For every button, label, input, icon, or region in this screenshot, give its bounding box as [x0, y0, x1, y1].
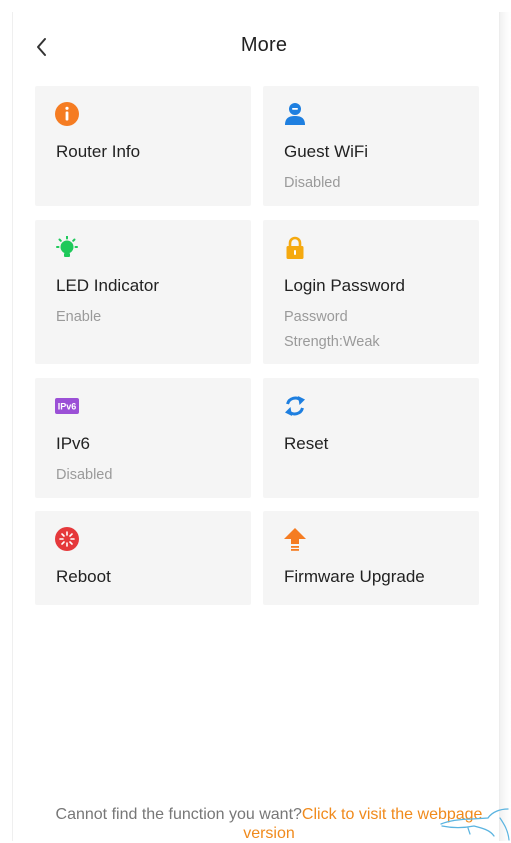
- info-icon: [55, 102, 79, 126]
- guest-wifi-card[interactable]: Guest WiFi Disabled: [263, 86, 479, 206]
- more-screen: More Router Info Guest WiFi Disabled LED…: [12, 12, 500, 842]
- upgrade-arrow-icon: [284, 528, 306, 551]
- router-info-label: Router Info: [56, 142, 141, 161]
- reset-card[interactable]: Reset: [263, 378, 479, 498]
- password-strength: Password Strength:Weak: [284, 305, 380, 355]
- reboot-card[interactable]: Reboot: [35, 511, 251, 605]
- led-indicator-card[interactable]: LED Indicator Enable: [35, 220, 251, 364]
- login-password-card[interactable]: Login Password Password Strength:Weak: [263, 220, 479, 364]
- top-bar: More: [13, 32, 499, 62]
- guest-wifi-status: Disabled: [284, 175, 341, 191]
- login-password-label: Login Password: [284, 276, 405, 295]
- led-indicator-status: Enable: [56, 309, 102, 325]
- reboot-label: Reboot: [56, 567, 111, 586]
- footer-prefix-text: Cannot find the function you want?: [55, 806, 302, 823]
- refresh-arrows-icon: [285, 396, 305, 416]
- guest-user-icon: [285, 103, 305, 125]
- ipv6-badge-text: IPv6: [58, 402, 77, 412]
- ipv6-card[interactable]: IPv6 IPv6 Disabled: [35, 378, 251, 498]
- page-title: More: [240, 34, 288, 56]
- lock-icon: [286, 236, 304, 259]
- led-indicator-label: LED Indicator: [56, 276, 159, 295]
- ipv6-badge-icon: IPv6: [55, 398, 79, 414]
- password-strength-line2: Strength:Weak: [284, 334, 380, 350]
- hand-cursor-icon: [440, 808, 510, 841]
- password-strength-line1: Password: [284, 309, 348, 325]
- ipv6-label: IPv6: [56, 434, 91, 453]
- firmware-upgrade-label: Firmware Upgrade: [284, 567, 425, 586]
- firmware-upgrade-card[interactable]: Firmware Upgrade: [263, 511, 479, 605]
- reboot-icon: [55, 527, 79, 551]
- ipv6-status: Disabled: [56, 467, 113, 483]
- reset-label: Reset: [284, 434, 329, 453]
- guest-wifi-label: Guest WiFi: [284, 142, 369, 161]
- router-info-card[interactable]: Router Info: [35, 86, 251, 206]
- footer-help: Cannot find the function you want?Click …: [33, 805, 505, 843]
- bulb-icon: [56, 236, 78, 257]
